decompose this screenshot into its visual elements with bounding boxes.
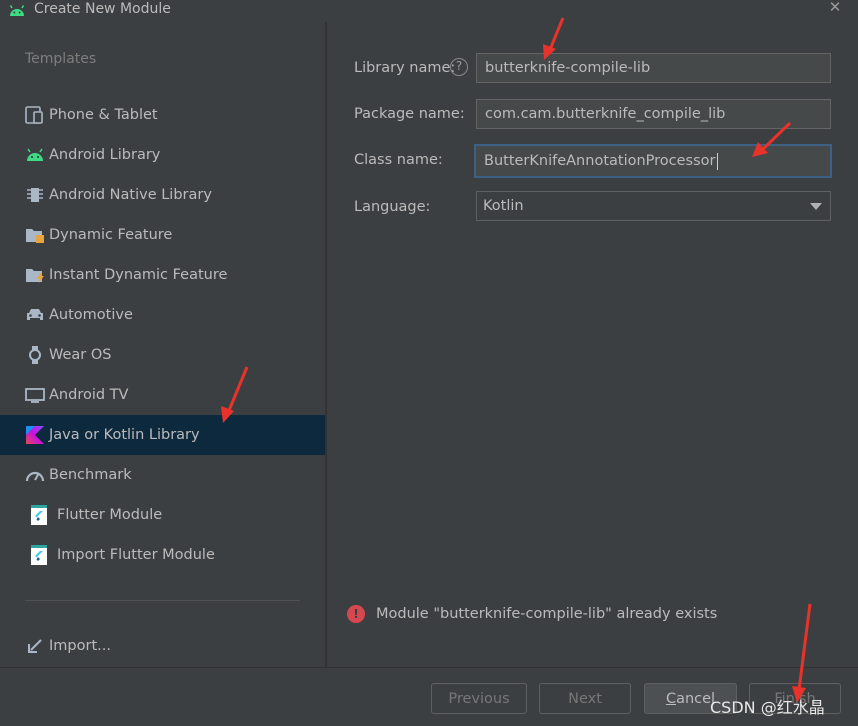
language-label: Language: [354,199,431,215]
templates-heading: Templates [25,51,97,67]
template-label: Benchmark [49,467,132,483]
car-icon [24,304,46,326]
template-label: Phone & Tablet [49,107,158,123]
template-label: Android Native Library [49,187,212,203]
kotlin-icon [24,424,46,446]
template-label: Android TV [49,387,129,403]
template-import-flutter-module[interactable]: Import Flutter Module [0,535,325,575]
template-label: Automotive [49,307,133,323]
template-wear-os[interactable]: Wear OS [0,335,325,375]
error-message: ! Module "butterknife-compile-lib" alrea… [347,605,717,623]
templates-pane: Templates Phone & Tablet Android Library… [0,22,325,667]
previous-button[interactable]: Previous [431,683,527,714]
template-label: Flutter Module [57,507,163,523]
template-android-library[interactable]: Android Library [0,135,325,175]
next-button[interactable]: Next [539,683,631,714]
cancel-mnemonic: C [665,690,677,707]
folder-instant-icon [24,264,46,286]
class-name-value: ButterKnifeAnnotationProcessor [484,153,716,169]
template-label: Import Flutter Module [57,547,215,563]
phone-tablet-icon [24,104,46,126]
left-separator [25,600,300,601]
flutter-icon [28,504,50,526]
import-label: Import... [49,638,111,654]
android-studio-icon [9,5,25,16]
language-value: Kotlin [483,198,524,214]
gauge-icon [24,464,46,486]
help-icon[interactable]: ? [450,58,468,76]
template-label: Wear OS [49,347,112,363]
close-icon[interactable]: ✕ [826,0,844,16]
flutter-icon [28,544,50,566]
package-name-label: Package name: [354,106,465,122]
library-name-value: butterknife-compile-lib [485,60,651,76]
template-label: Java or Kotlin Library [49,427,200,443]
template-label: Android Library [49,147,161,163]
library-name-input[interactable]: butterknife-compile-lib [476,53,831,83]
text-caret [716,152,718,170]
template-android-tv[interactable]: Android TV [0,375,325,415]
chevron-down-icon [810,203,822,210]
native-chip-icon [24,184,46,206]
template-java-kotlin-library[interactable]: Java or Kotlin Library [0,415,325,455]
class-name-label: Class name: [354,152,443,168]
window-title: Create New Module [34,1,171,17]
title-bar: Create New Module ✕ [0,0,858,22]
language-select[interactable]: Kotlin [476,191,831,221]
template-instant-dynamic-feature[interactable]: Instant Dynamic Feature [0,255,325,295]
watch-icon [24,344,46,366]
error-icon: ! [347,605,365,623]
error-text: Module "butterknife-compile-lib" already… [376,606,718,622]
template-automotive[interactable]: Automotive [0,295,325,335]
folder-feature-icon [24,224,46,246]
template-dynamic-feature[interactable]: Dynamic Feature [0,215,325,255]
template-benchmark[interactable]: Benchmark [0,455,325,495]
library-name-label: Library name: [354,60,456,76]
module-form: Library name: ? butterknife-compile-lib … [327,22,858,667]
import-arrow-icon [24,635,46,657]
template-android-native-library[interactable]: Android Native Library [0,175,325,215]
package-name-input[interactable]: com.cam.butterknife_compile_lib [476,99,831,129]
import-button[interactable]: Import... [0,626,325,666]
tv-icon [24,384,46,406]
template-flutter-module[interactable]: Flutter Module [0,495,325,535]
template-label: Instant Dynamic Feature [49,267,228,283]
package-name-value: com.cam.butterknife_compile_lib [485,106,726,122]
class-name-input[interactable]: ButterKnifeAnnotationProcessor [474,144,832,178]
template-phone-tablet[interactable]: Phone & Tablet [0,95,325,135]
android-icon [24,144,46,166]
watermark: CSDN @红水晶 [710,698,825,717]
template-label: Dynamic Feature [49,227,173,243]
